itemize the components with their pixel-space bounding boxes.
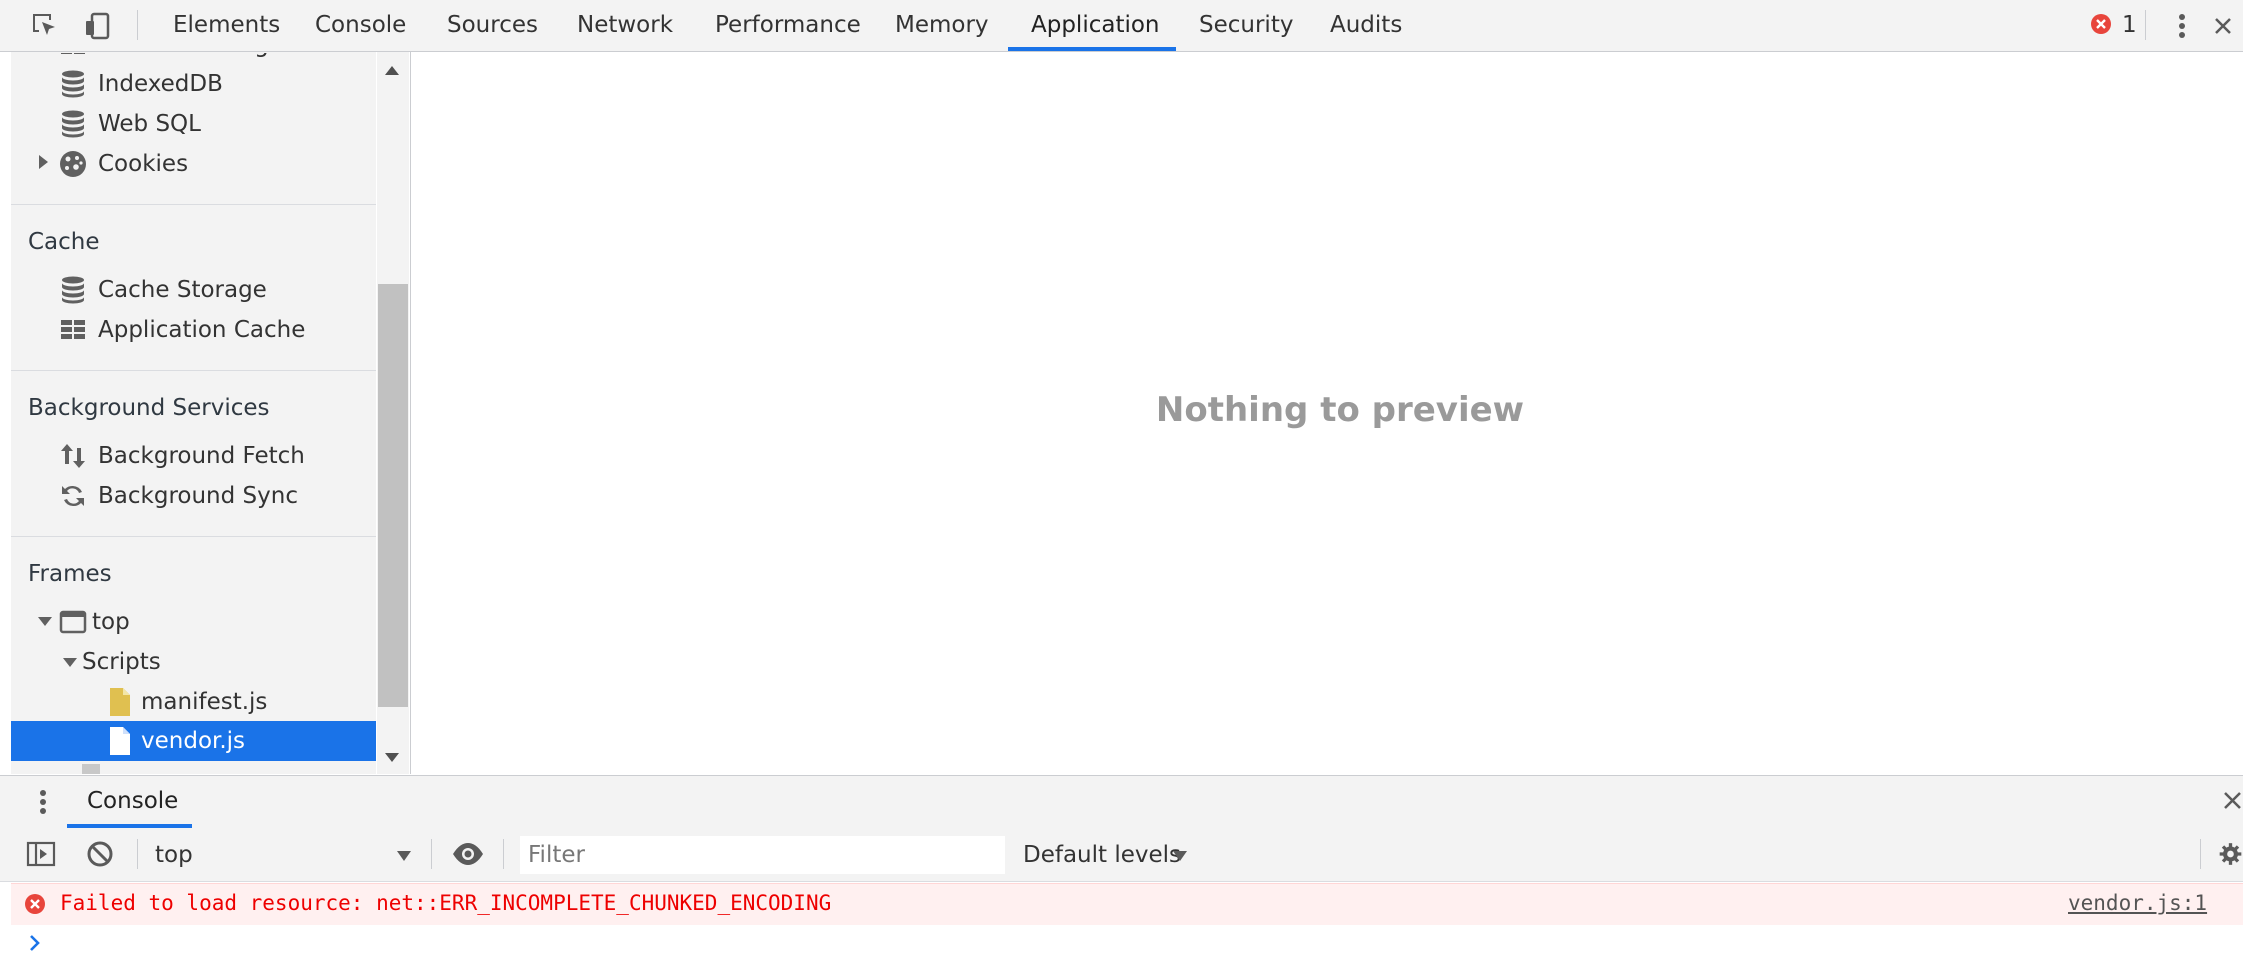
- show-sidebar-icon[interactable]: [26, 840, 56, 872]
- sidebar-item-label: Background Fetch: [98, 443, 305, 469]
- sidebar-item-label: Cookies: [98, 151, 189, 177]
- sidebar-item-web-sql[interactable]: Web SQL: [58, 104, 201, 144]
- sidebar-item-label: manifest.js: [141, 689, 268, 715]
- tab-performance[interactable]: Performance: [715, 0, 861, 51]
- section-divider: [11, 204, 376, 205]
- console-error-text: Failed to load resource: net::ERR_INCOMP…: [60, 891, 832, 915]
- sidebar-item-label: vendor.js: [141, 728, 246, 754]
- tab-audits[interactable]: Audits: [1330, 0, 1402, 51]
- folder-item-scripts[interactable]: Scripts: [82, 642, 161, 682]
- section-title-frames: Frames: [28, 561, 112, 587]
- console-settings-gear-icon[interactable]: [2218, 839, 2243, 873]
- drawer-tab-console[interactable]: Console: [87, 775, 178, 828]
- error-icon: [24, 893, 46, 919]
- sidebar-item-label: Scripts: [82, 649, 161, 675]
- active-drawer-tab-indicator: [67, 824, 192, 828]
- collapse-arrow-icon[interactable]: [36, 613, 54, 632]
- toolbar-divider: [2200, 839, 2201, 869]
- active-tab-indicator: [1008, 47, 1176, 51]
- section-title-cache: Cache: [28, 229, 100, 255]
- sidebar-item-label: Background Sync: [98, 483, 298, 509]
- empty-preview-message: Nothing to preview: [1155, 390, 1525, 430]
- sidebar-item-cookies[interactable]: Cookies: [58, 144, 188, 184]
- table-icon: [58, 315, 88, 345]
- toolbar-divider: [431, 839, 432, 869]
- sidebar-item-label: Cache Storage: [98, 277, 267, 303]
- tab-console[interactable]: Console: [315, 0, 406, 51]
- sidebar-item-label: top: [92, 609, 130, 635]
- toolbar-divider: [503, 839, 504, 869]
- dropdown-arrow-icon[interactable]: [396, 848, 412, 867]
- close-devtools-icon[interactable]: [2203, 0, 2243, 51]
- sidebar-item-background-sync[interactable]: Background Sync: [58, 476, 298, 516]
- device-toolbar-icon[interactable]: [73, 0, 123, 51]
- more-options-icon[interactable]: [2157, 0, 2207, 51]
- error-count[interactable]: 1: [2122, 0, 2137, 51]
- tab-security[interactable]: Security: [1199, 0, 1293, 51]
- sidebar-item-indexeddb[interactable]: IndexedDB: [58, 64, 223, 104]
- sync-icon: [58, 481, 88, 511]
- tab-application[interactable]: Application: [1031, 0, 1160, 51]
- script-item-vendor[interactable]: vendor.js: [105, 721, 245, 761]
- window-frame-icon: [58, 607, 88, 637]
- database-icon: [58, 109, 88, 139]
- clear-console-icon[interactable]: [86, 840, 114, 872]
- sidebar-border: [376, 52, 411, 774]
- sidebar-item-label: Web SQL: [98, 111, 201, 137]
- context-select[interactable]: top: [155, 829, 193, 881]
- console-prompt-row[interactable]: [11, 925, 2243, 963]
- collapse-arrow-icon[interactable]: [61, 654, 79, 673]
- database-icon: [58, 69, 88, 99]
- cookie-icon: [58, 149, 88, 179]
- tab-memory[interactable]: Memory: [895, 0, 989, 51]
- toolbar-divider: [137, 10, 138, 40]
- tab-elements[interactable]: Elements: [173, 0, 280, 51]
- drawer-header: [0, 775, 2243, 830]
- database-icon: [58, 275, 88, 305]
- log-levels-dropdown[interactable]: Default levels: [1023, 829, 1181, 881]
- frame-item-top[interactable]: top: [58, 602, 130, 642]
- js-file-icon: [105, 687, 135, 717]
- toolbar-divider: [2145, 10, 2146, 40]
- error-source-link[interactable]: vendor.js:1: [2068, 883, 2207, 924]
- sidebar-item-label: IndexedDB: [98, 71, 223, 97]
- sidebar-item-background-fetch[interactable]: Background Fetch: [58, 436, 305, 476]
- close-drawer-icon[interactable]: [2222, 790, 2243, 815]
- expand-arrow-icon[interactable]: [36, 153, 50, 175]
- console-filter-input[interactable]: [520, 836, 1005, 874]
- sidebar-item-label: Application Cache: [98, 317, 306, 343]
- section-divider: [11, 370, 376, 371]
- toolbar-divider: [137, 839, 138, 869]
- section-divider: [11, 536, 376, 537]
- section-title-background-services: Background Services: [28, 395, 270, 421]
- error-icon[interactable]: [2090, 13, 2112, 35]
- updown-arrows-icon: [58, 441, 88, 471]
- sidebar-item-cache-storage[interactable]: Cache Storage: [58, 270, 267, 310]
- console-prompt-chevron-icon: [28, 933, 42, 957]
- script-item-manifest[interactable]: manifest.js: [105, 682, 267, 722]
- inspect-element-icon[interactable]: [20, 0, 70, 51]
- tab-network[interactable]: Network: [577, 0, 673, 51]
- live-expression-eye-icon[interactable]: [451, 841, 485, 871]
- partial-file-icon: [82, 764, 100, 774]
- drawer-menu-icon[interactable]: [38, 787, 48, 821]
- tab-sources[interactable]: Sources: [447, 0, 538, 51]
- file-icon: [105, 726, 135, 756]
- dropdown-arrow-icon[interactable]: [1172, 848, 1188, 867]
- sidebar-item-application-cache[interactable]: Application Cache: [58, 310, 305, 350]
